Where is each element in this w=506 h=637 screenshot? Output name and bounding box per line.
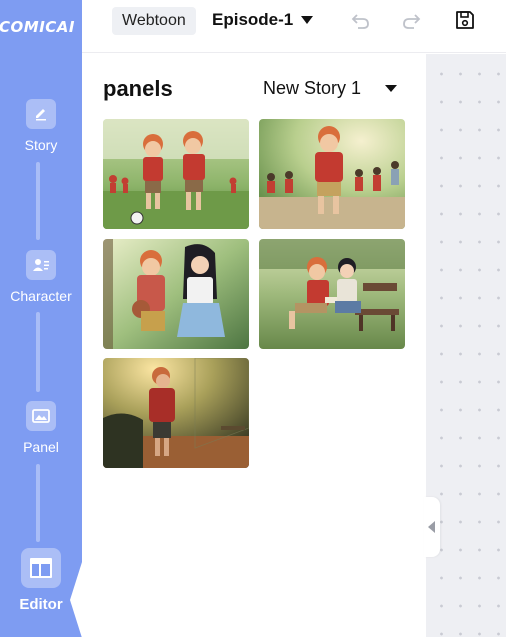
pencil-icon xyxy=(26,99,56,129)
layout-icon xyxy=(21,548,61,588)
story-label: New Story 1 xyxy=(263,78,362,98)
nav-connector xyxy=(36,162,40,240)
sidebar-item-label: Character xyxy=(10,288,72,304)
panel-thumb-4[interactable] xyxy=(259,239,405,349)
sidebar-item-label: Panel xyxy=(23,439,59,455)
chevron-down-icon xyxy=(301,16,314,24)
sidebar-item-story[interactable]: Story xyxy=(0,99,82,153)
nav-connector xyxy=(36,312,40,392)
sidebar-item-character[interactable]: Character xyxy=(0,250,82,304)
active-indicator xyxy=(70,562,82,637)
chevron-down-icon xyxy=(385,85,398,92)
image-icon xyxy=(26,401,56,431)
format-badge[interactable]: Webtoon xyxy=(112,7,196,35)
sidebar-item-label: Story xyxy=(24,137,58,153)
top-bar: Webtoon Episode-1 xyxy=(82,0,506,53)
save-icon[interactable] xyxy=(454,9,476,31)
sidebar-item-panel[interactable]: Panel xyxy=(0,401,82,455)
panels-pane: panels New Story 1 xyxy=(82,54,426,637)
collapse-toggle[interactable] xyxy=(424,497,440,557)
story-dropdown[interactable]: New Story 1 xyxy=(263,78,398,99)
app-logo: COMICAI xyxy=(0,18,75,36)
panel-thumb-1[interactable] xyxy=(103,119,249,229)
person-card-icon xyxy=(26,250,56,280)
panels-title: panels xyxy=(103,76,173,101)
episode-dropdown[interactable]: Episode-1 xyxy=(212,10,314,30)
panel-thumb-2[interactable] xyxy=(259,119,405,229)
redo-icon[interactable] xyxy=(400,9,422,31)
nav-connector xyxy=(36,464,40,542)
panel-thumb-5[interactable] xyxy=(103,358,249,468)
undo-icon[interactable] xyxy=(350,9,372,31)
panel-thumb-3[interactable] xyxy=(103,239,249,349)
left-sidebar: COMICAI Story Character Panel Editor xyxy=(0,0,82,637)
chevron-left-icon xyxy=(428,521,435,533)
episode-label: Episode-1 xyxy=(212,10,294,29)
